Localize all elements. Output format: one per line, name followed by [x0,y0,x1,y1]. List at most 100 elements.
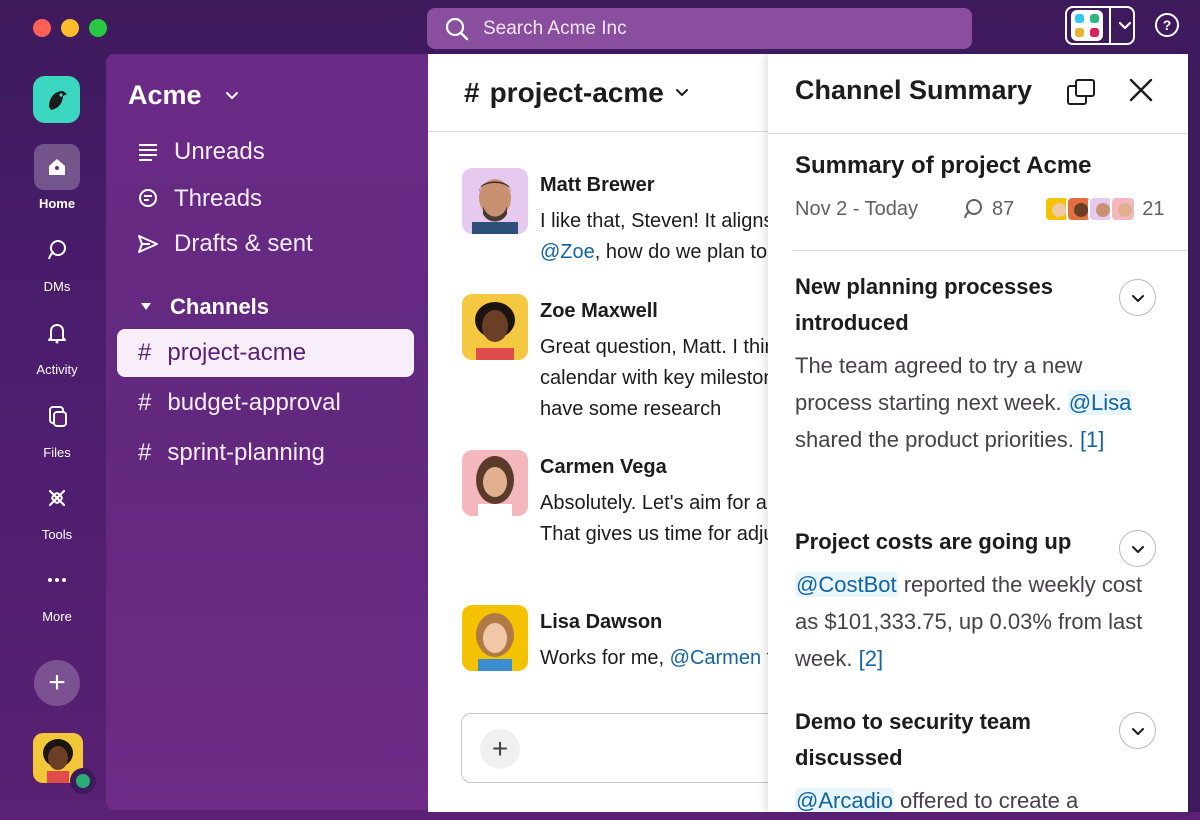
window-controls [33,19,107,37]
rail-label: Home [38,196,76,211]
user-mention[interactable]: @Arcadio [795,788,894,812]
message-text: , how do we plan to [594,241,768,263]
search-icon [445,17,469,40]
message-body: Absolutely. Let's aim for a full-blown l… [540,492,770,545]
user-mention[interactable]: @Carmen [670,647,761,669]
user-mention[interactable]: @Lisa [1067,390,1133,415]
hash-icon: # [464,76,480,108]
message-author[interactable]: Carmen Vega [540,456,667,479]
citation-link[interactable]: [1] [1080,427,1104,452]
user-mention[interactable]: @Zoe [540,241,595,263]
section-text-part: shared the product priorities. [795,427,1080,452]
workspace-title: Acme [128,80,202,110]
expand-section-button[interactable] [1119,530,1156,567]
section-heading: New planning processes introduced [795,274,1053,335]
avatar[interactable] [462,450,528,516]
summary-section: New planning processes introduced The te… [795,269,1156,458]
message-composer[interactable]: + [461,713,770,783]
close-icon[interactable] [1127,76,1155,109]
channel-name: project-acme [167,339,307,366]
sidebar-item-threads[interactable]: Threads [136,185,262,213]
message-text: Works for me, [540,647,670,669]
member-count: 21 [1142,197,1165,220]
workspace-switcher[interactable] [1065,6,1135,45]
sidebar-item-budget-approval[interactable]: # budget-approval [117,379,414,427]
sidebar-item-unreads[interactable]: Unreads [136,138,265,166]
online-dot-icon [76,774,90,788]
workspace-name[interactable]: Acme [128,80,240,111]
rail-item-files[interactable]: Files [0,393,114,460]
chevron-down-icon [225,91,238,99]
rail-item-more[interactable]: More [0,557,114,624]
channel-view: # project-acme Matt Brewer I like that, … [428,54,770,812]
channels-section-toggle[interactable]: Channels [140,294,269,320]
summary-section: Demo to security team discussed @Arcadio… [795,704,1156,812]
files-icon [34,393,80,439]
expand-section-button[interactable] [1119,279,1156,316]
popout-icon[interactable] [1066,78,1096,113]
more-icon [34,557,80,603]
sidebar-item-label: Unreads [174,138,265,165]
caret-down-icon [141,303,151,310]
section-text: @Arcadio offered to create a [795,782,1155,812]
date-range: Nov 2 - Today [795,197,919,220]
user-mention[interactable]: @CostBot [795,572,898,597]
app-rail: Home DMs Activity Files Tools More + [0,60,110,820]
message-body: Works for me, @Carmen taglines and messa… [540,643,770,674]
rail-label: Tools [41,527,73,542]
hash-icon: # [138,389,152,416]
rail-item-tools[interactable]: Tools [0,475,114,542]
channel-sidebar: Acme Unreads Threads Drafts & sent Chann… [106,54,428,810]
minimize-window-button[interactable] [61,19,79,37]
citation-link[interactable]: [2] [859,646,883,671]
rail-item-home[interactable]: Home [0,144,114,211]
chevron-down-icon [1131,294,1144,302]
section-heading: Demo to security team discussed [795,709,1031,770]
message-body: I like that, Steven! It aligns @Zoe, how… [540,206,770,268]
brand-logo-icon[interactable] [33,76,80,123]
sidebar-item-sprint-planning[interactable]: # sprint-planning [117,429,414,477]
divider [792,250,1188,251]
close-window-button[interactable] [33,19,51,37]
reply-count: 87 [992,197,1015,220]
sidebar-item-drafts[interactable]: Drafts & sent [136,230,313,258]
help-button[interactable]: ? [1155,13,1179,37]
search-placeholder: Search Acme Inc [483,17,627,39]
hash-icon: # [138,439,152,466]
rail-label: Files [43,445,71,460]
sidebar-item-project-acme[interactable]: # project-acme [117,329,414,377]
plus-icon: + [491,733,509,764]
channels-header: Channels [170,294,270,319]
send-icon [138,235,158,253]
section-text: @CostBot reported the weekly cost as $10… [795,566,1155,677]
message-author[interactable]: Zoe Maxwell [540,300,658,323]
avatar [1110,196,1137,222]
unreads-icon [139,144,157,161]
sidebar-item-label: Drafts & sent [174,230,313,257]
search-bar[interactable]: Search Acme Inc [427,8,972,49]
avatar[interactable] [462,168,528,234]
message-text: I like that, Steven! It aligns [540,210,770,232]
expand-section-button[interactable] [1119,712,1156,749]
rail-item-activity[interactable]: Activity [0,310,114,377]
message-author[interactable]: Matt Brewer [540,174,654,197]
rail-item-dms[interactable]: DMs [0,227,114,294]
section-text-part: offered to create a [893,788,1079,812]
hash-icon: # [138,339,152,366]
avatar[interactable] [462,294,528,360]
member-avatars[interactable] [1044,196,1137,222]
channel-name: budget-approval [167,389,341,416]
section-heading: Project costs are going up [795,529,1072,554]
chevron-down-icon [1118,21,1132,29]
section-text: The team agreed to try a new process sta… [795,347,1155,458]
composer-add-button[interactable]: + [480,729,520,769]
channel-header[interactable]: # project-acme [428,54,770,132]
message-author[interactable]: Lisa Dawson [540,611,662,634]
sidebar-item-label: Threads [174,185,263,212]
summary-title: Channel Summary [795,75,1033,105]
zoom-window-button[interactable] [89,19,107,37]
summary-section: Project costs are going up @CostBot repo… [795,524,1156,677]
add-workspace-button[interactable]: + [34,660,80,706]
workspace-logo-icon [1071,10,1103,41]
avatar[interactable] [462,605,528,671]
